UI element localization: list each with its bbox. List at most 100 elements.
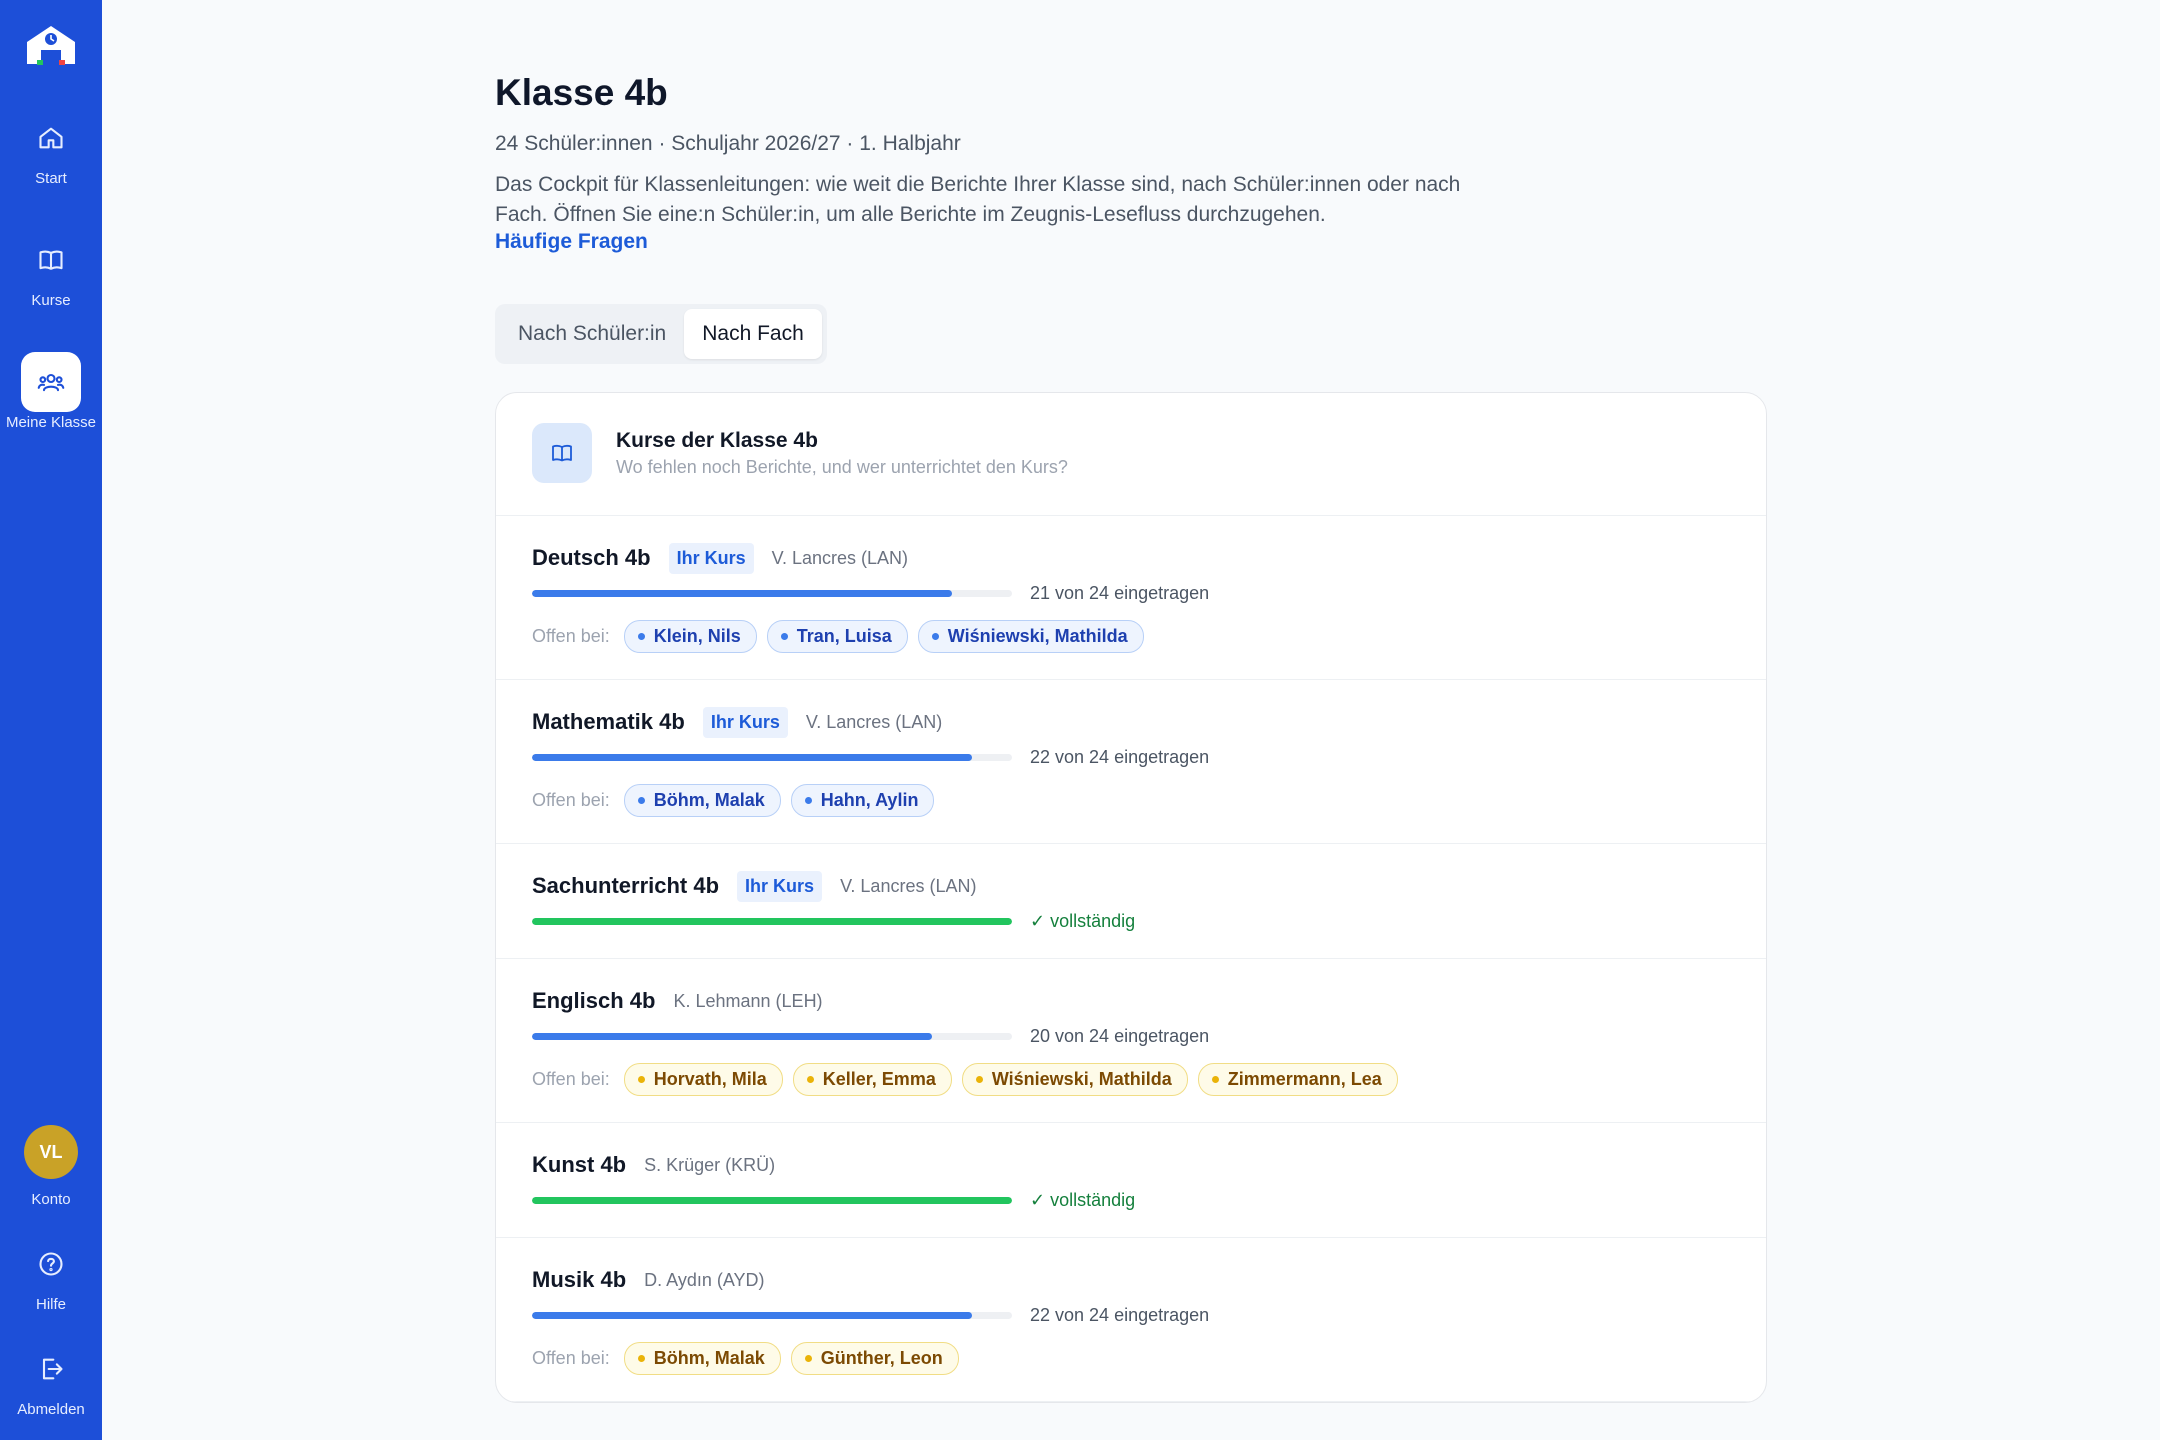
student-chip[interactable]: Klein, Nils [623,620,757,653]
course-teacher: V. Lancres (LAN) [771,547,909,568]
student-name: Böhm, Malak [653,790,765,810]
course-header: Englisch 4b K. Lehmann (LEH) [532,985,1730,1017]
student-chip[interactable]: Zimmermann, Lea [1197,1063,1398,1096]
course-name[interactable]: Sachunterricht 4b [532,873,719,899]
dot-icon [806,1076,814,1083]
course-list: Deutsch 4b Ihr Kurs V. Lancres (LAN) 21 von… [496,516,1766,1402]
dot-icon [804,797,812,804]
progress-row: ✓ vollständig [532,1189,1730,1211]
open-students-row: Offen bei: Klein, Nils Tran, Luisa Wiśniews… [532,620,1730,653]
book-icon [21,230,81,290]
progress-status: ✓ vollständig [1030,911,1135,932]
nav-abmelden[interactable]: Abmelden [0,1339,102,1418]
main-content: Klasse 4b 24 Schüler:innen · Schuljahr 2… [495,0,1767,1403]
view-tabs: Nach Schüler:in Nach Fach [495,304,827,364]
school-logo-icon[interactable] [23,20,79,68]
logout-icon [21,1339,81,1399]
check-icon: ✓ [1030,1189,1051,1210]
progress-status: 21 von 24 eingetragen [1030,582,1210,603]
dot-icon [780,633,788,640]
course-row[interactable]: Mathematik 4b Ihr Kurs V. Lancres (LAN) 22 … [496,680,1766,844]
courses-card: Kurse der Klasse 4b Wo fehlen noch Beric… [495,392,1767,1403]
own-course-badge: Ihr Kurs [737,870,823,902]
course-teacher: K. Lehmann (LEH) [673,990,823,1011]
course-teacher: D. Aydın (AYD) [644,1269,765,1290]
course-header: Musik 4b D. Aydın (AYD) [532,1264,1730,1296]
dot-icon [637,633,645,640]
student-name: Klein, Nils [653,626,741,646]
nav-kurse-label: Kurse [31,292,71,309]
open-label: Offen bei: [532,790,610,810]
progress-fill [532,917,1012,925]
progress-track [532,1311,1012,1319]
nav-konto[interactable]: VL Konto [0,1125,102,1208]
course-teacher: V. Lancres (LAN) [840,875,977,896]
dot-icon [637,1355,645,1362]
nav-start-label: Start [35,170,67,187]
faq-link[interactable]: Häufige Fragen [495,230,648,254]
student-name: Zimmermann, Lea [1227,1069,1382,1089]
course-name[interactable]: Kunst 4b [532,1152,626,1178]
student-chip[interactable]: Horvath, Mila [623,1063,783,1096]
course-name[interactable]: Musik 4b [532,1267,626,1293]
dot-icon [637,1076,645,1083]
tab-nach-fach[interactable]: Nach Fach [684,309,822,359]
course-row[interactable]: Deutsch 4b Ihr Kurs V. Lancres (LAN) 21 von… [496,516,1766,680]
student-chip[interactable]: Hahn, Aylin [790,784,935,817]
student-name: Wiśniewski, Mathilda [991,1069,1172,1089]
student-name: Böhm, Malak [653,1348,765,1368]
card-header: Kurse der Klasse 4b Wo fehlen noch Beric… [496,393,1766,516]
student-name: Horvath, Mila [653,1069,767,1089]
complete-label: vollständig [1050,1189,1136,1210]
progress-status: ✓ vollständig [1030,1190,1135,1211]
course-teacher: S. Krüger (KRÜ) [644,1154,776,1175]
course-row[interactable]: Englisch 4b K. Lehmann (LEH) 20 von 24 ein… [496,959,1766,1123]
nav-start[interactable]: Start [0,108,102,187]
course-teacher: V. Lancres (LAN) [805,711,943,732]
progress-row: 22 von 24 eingetragen [532,746,1730,768]
open-label: Offen bei: [532,1069,610,1089]
student-chip[interactable]: Keller, Emma [792,1063,952,1096]
progress-row: ✓ vollständig [532,910,1730,932]
student-chip[interactable]: Günther, Leon [790,1342,959,1375]
open-students-row: Offen bei: Böhm, Malak Günther, Leon [532,1342,1730,1375]
tab-nach-schueler[interactable]: Nach Schüler:in [500,309,684,359]
progress-fill [532,753,973,761]
student-chip[interactable]: Tran, Luisa [766,620,908,653]
student-chip[interactable]: Wiśniewski, Mathilda [917,620,1144,653]
own-course-badge: Ihr Kurs [668,542,754,574]
progress-track [532,917,1012,925]
dot-icon [804,1355,812,1362]
home-icon [21,108,81,168]
nav-meine-klasse-label: Meine Klasse [5,414,97,431]
nav-kurse[interactable]: Kurse [0,230,102,309]
complete-label: vollständig [1050,910,1136,931]
student-chip[interactable]: Böhm, Malak [623,1342,781,1375]
course-name[interactable]: Deutsch 4b [532,545,651,571]
course-row[interactable]: Sachunterricht 4b Ihr Kurs V. Lancres (LAN… [496,844,1766,959]
nav-meine-klasse[interactable]: Meine Klasse [0,352,102,431]
help-circle-icon [21,1234,81,1294]
open-label: Offen bei: [532,626,610,646]
sidebar: Start Kurse Meine Klasse VL Konto Hilfe … [0,0,102,1440]
users-icon [21,352,81,412]
course-header: Kunst 4b S. Krüger (KRÜ) [532,1149,1730,1181]
nav-hilfe[interactable]: Hilfe [0,1234,102,1313]
course-name[interactable]: Englisch 4b [532,988,655,1014]
course-header: Mathematik 4b Ihr Kurs V. Lancres (LAN) [532,706,1730,738]
dot-icon [1211,1076,1219,1083]
page-title: Klasse 4b [495,72,668,113]
progress-fill [532,1311,973,1319]
dot-icon [931,633,939,640]
open-students-row: Offen bei: Böhm, Malak Hahn, Aylin [532,784,1730,817]
course-row[interactable]: Kunst 4b S. Krüger (KRÜ) ✓ vollständig [496,1123,1766,1238]
course-row[interactable]: Musik 4b D. Aydın (AYD) 22 von 24 eingetra… [496,1238,1766,1402]
progress-track [532,589,1012,597]
student-name: Keller, Emma [822,1069,936,1089]
student-name: Tran, Luisa [796,626,892,646]
student-chip[interactable]: Böhm, Malak [623,784,781,817]
student-name: Günther, Leon [820,1348,943,1368]
course-header: Deutsch 4b Ihr Kurs V. Lancres (LAN) [532,542,1730,574]
student-chip[interactable]: Wiśniewski, Mathilda [961,1063,1188,1096]
course-name[interactable]: Mathematik 4b [532,709,685,735]
